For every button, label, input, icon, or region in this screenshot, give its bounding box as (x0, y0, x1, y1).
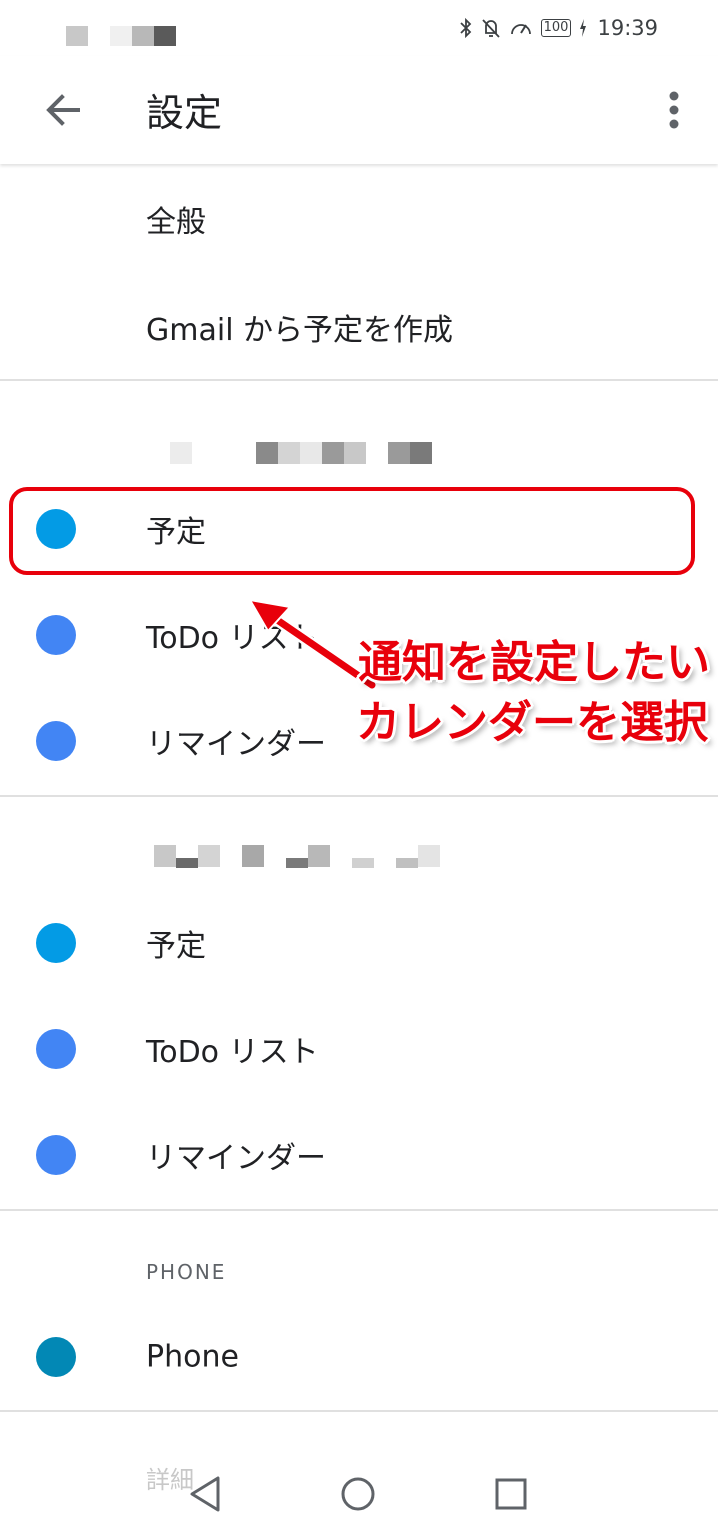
highlight-box (9, 487, 695, 575)
calendar-label: 予定 (146, 929, 206, 964)
status-icons: 100 19:39 (459, 14, 658, 42)
clock: 19:39 (597, 16, 658, 40)
system-nav-bar (0, 1450, 718, 1536)
divider (0, 795, 718, 797)
calendar-item-reminders[interactable]: リマインダー (0, 1102, 718, 1208)
home-circle-icon[interactable] (336, 1472, 380, 1516)
calendar-color-dot (36, 721, 76, 761)
calendar-color-dot (36, 1135, 76, 1175)
calendar-item-tasks[interactable]: ToDo リスト (0, 996, 718, 1102)
page-title: 設定 (146, 91, 223, 135)
settings-item-label: Gmail から予定を作成 (146, 313, 454, 348)
section-header-phone: PHONE (146, 1260, 227, 1284)
bluetooth-icon (460, 17, 471, 39)
battery-icon: 100 (540, 19, 572, 37)
recents-square-icon[interactable] (489, 1472, 533, 1516)
annotation-line-1: 通知を設定したい (358, 637, 710, 688)
calendar-item-events[interactable]: 予定 (0, 890, 718, 996)
settings-item-label: 全般 (146, 205, 206, 240)
back-triangle-icon[interactable] (184, 1472, 228, 1516)
divider (0, 1410, 718, 1412)
calendar-color-dot (36, 923, 76, 963)
divider (0, 379, 718, 381)
settings-item-gmail-events[interactable]: Gmail から予定を作成 (0, 274, 718, 380)
speed-icon (510, 24, 531, 35)
more-vert-icon[interactable] (652, 86, 696, 134)
calendar-color-dot (36, 615, 76, 655)
calendar-label: リマインダー (146, 1141, 326, 1176)
charging-icon (580, 19, 587, 37)
status-bar: 100 19:39 (0, 0, 718, 56)
divider (0, 1209, 718, 1211)
calendar-color-dot (36, 1337, 76, 1377)
bell-off-icon (481, 19, 500, 38)
app-bar: 設定 (0, 56, 718, 164)
calendar-item-phone[interactable]: Phone (0, 1304, 718, 1410)
arrow-left-icon[interactable] (38, 84, 90, 136)
calendar-label: ToDo リスト (146, 1035, 319, 1070)
calendar-label: Phone (146, 1339, 239, 1375)
calendar-color-dot (36, 1029, 76, 1069)
settings-item-general[interactable]: 全般 (0, 166, 718, 272)
calendar-label: リマインダー (146, 727, 326, 762)
annotation-line-2: カレンダーを選択 (356, 697, 708, 748)
